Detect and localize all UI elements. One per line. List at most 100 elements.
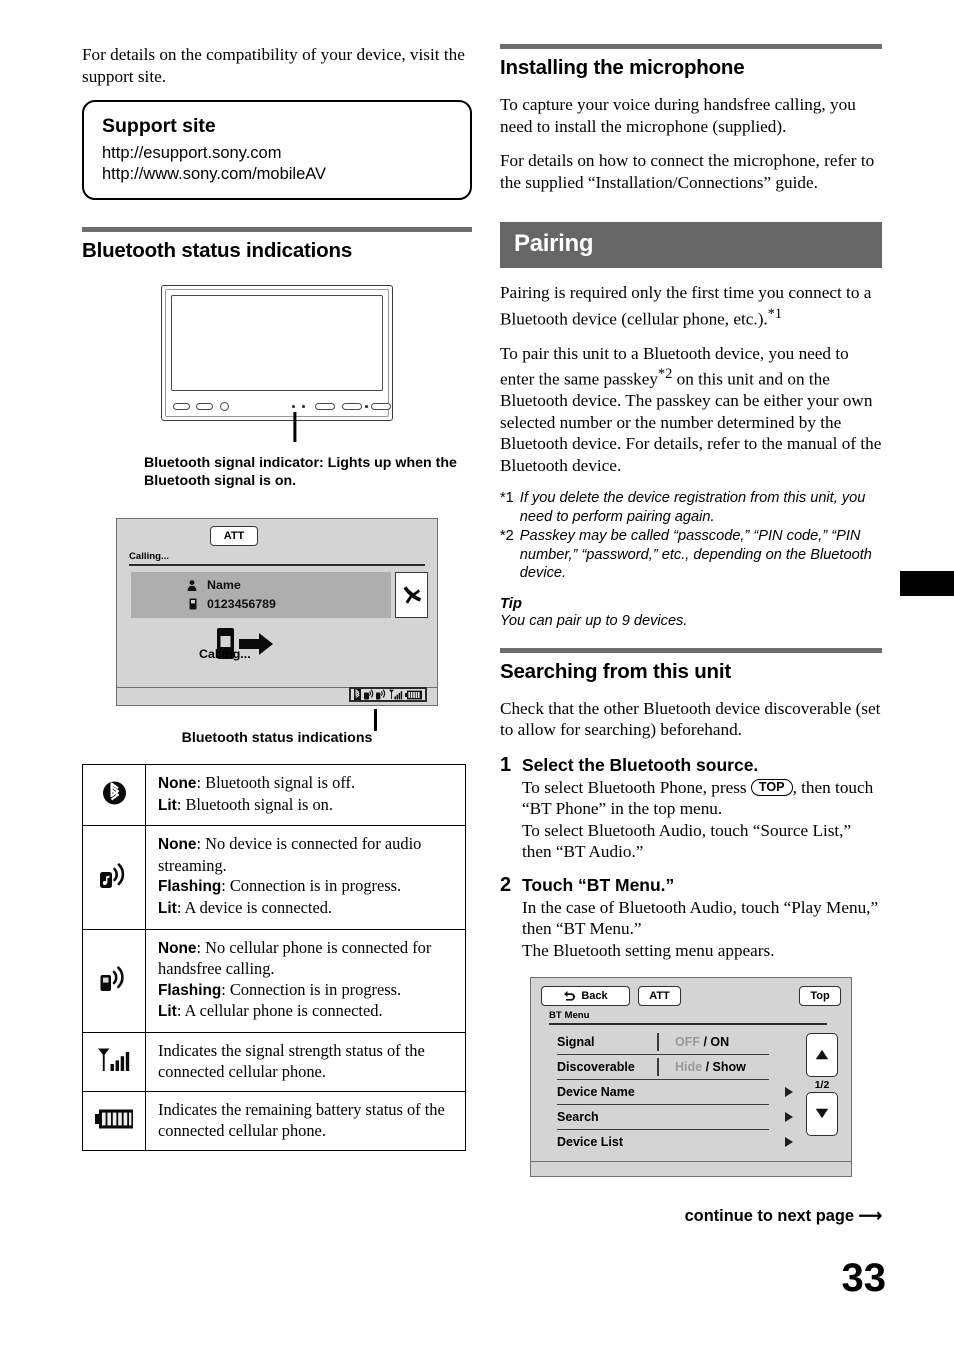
end-call-icon	[403, 586, 421, 604]
calling-graphic-label: Calling...	[199, 647, 251, 661]
desc-text: : Connection is in progress.	[221, 979, 402, 999]
heading-searching-from-this-unit: Searching from this unit	[500, 659, 731, 683]
indicator-pointer-line	[293, 412, 297, 442]
value-off[interactable]: Hide	[675, 1060, 702, 1074]
back-button[interactable]: Back	[541, 985, 630, 1006]
desc-text: : Bluetooth signal is on.	[176, 794, 333, 814]
row-separator	[657, 1057, 659, 1076]
battery-icon	[95, 1109, 133, 1129]
contact-number: 0123456789	[207, 597, 276, 611]
desc-text: : Bluetooth signal is off.	[196, 773, 356, 792]
calling-status-label: Calling...	[129, 551, 169, 562]
top-key-button[interactable]: TOP	[750, 779, 793, 797]
desc-text: : A cellular phone is connected.	[176, 1001, 383, 1021]
pagination-controls: 1/2	[806, 1032, 838, 1136]
unit-led-dot	[292, 405, 295, 408]
desc-text: : No cellular phone is connected for han…	[158, 937, 432, 979]
unit-button-1	[173, 403, 190, 410]
support-site-url-2[interactable]: http://www.sony.com/mobileAV	[102, 164, 452, 185]
step-body: Touch “BT Menu.” In the case of Bluetoot…	[522, 874, 882, 961]
step-text: To select Bluetooth Phone, press TOP, th…	[522, 777, 882, 820]
icon-cell	[82, 825, 146, 930]
tip-heading: Tip	[500, 595, 522, 612]
menu-row-device-list[interactable]: Device List	[557, 1130, 793, 1154]
label-flashing: Flashing	[158, 981, 222, 999]
page-indicator: 1/2	[814, 1078, 830, 1091]
battery-status-icon	[405, 690, 422, 699]
menu-row-discoverable[interactable]: Discoverable Hide / Show	[557, 1055, 769, 1080]
step-text-a: In the case of Bluetooth Audio, touch “P…	[522, 898, 879, 939]
footnote-ref-2: *2	[657, 366, 673, 383]
step-title: Select the Bluetooth source.	[522, 754, 759, 775]
chevron-right-icon	[785, 1136, 793, 1147]
support-site-title: Support site	[102, 115, 216, 137]
unit-button-4	[342, 403, 362, 410]
pairing-paragraph-1: Pairing is required only the first time …	[500, 282, 882, 330]
calling-screen-mockup: ATT Calling... Name 0123456789 Calling..…	[116, 518, 438, 731]
back-arrow-icon	[564, 991, 576, 1002]
menu-row-search[interactable]: Search	[557, 1105, 793, 1130]
menu-row-label: Signal	[557, 1034, 595, 1049]
menu-row-device-name[interactable]: Device Name	[557, 1080, 793, 1105]
icon-description-cell: None: No device is connected for audio s…	[145, 825, 466, 930]
end-call-button[interactable]	[395, 572, 428, 618]
left-column: For details on the compatibility of your…	[82, 44, 472, 1152]
value-off[interactable]: OFF	[675, 1035, 700, 1049]
bluetooth-handsfree-phone-icon	[100, 966, 124, 992]
menu-row-label: Device Name	[557, 1084, 635, 1099]
status-caption-pointer	[374, 709, 377, 731]
label-lit: Lit	[158, 899, 177, 917]
searching-intro: Check that the other Bluetooth device di…	[500, 698, 881, 740]
footnote-marker: *2	[500, 528, 514, 545]
phone-icon	[189, 598, 197, 610]
continue-to-next-page: continue to next page ⟶	[684, 1207, 882, 1225]
pairing-p1-text: Pairing is required only the first time …	[500, 283, 872, 329]
table-row: None: No cellular phone is connected for…	[82, 928, 466, 1033]
scroll-down-button[interactable]	[806, 1091, 838, 1136]
tip-text: You can pair up to 9 devices.	[500, 612, 688, 629]
head-unit-body	[161, 285, 393, 442]
step-text-c: To select Bluetooth Audio, touch “Source…	[522, 820, 852, 861]
menu-row-value: OFF / ON	[675, 1035, 729, 1049]
heading-rule	[500, 44, 882, 49]
scroll-up-button[interactable]	[806, 1032, 838, 1077]
table-row: None: No device is connected for audio s…	[82, 825, 466, 930]
att-button[interactable]: ATT	[638, 985, 681, 1006]
bluetooth-status-icon	[354, 689, 361, 700]
bluetooth-icon	[102, 781, 126, 805]
unit-knob	[220, 402, 229, 411]
table-row: Indicates the remaining battery status o…	[82, 1091, 466, 1152]
menu-row-label: Discoverable	[557, 1059, 635, 1074]
contact-name: Name	[207, 578, 241, 592]
support-site-url-1[interactable]: http://esupport.sony.com	[102, 143, 452, 164]
head-unit-illustration: Bluetooth signal indicator: Lights up wh…	[82, 285, 472, 490]
step-2: 2 Touch “BT Menu.” In the case of Blueto…	[500, 874, 882, 961]
label-none: None	[158, 775, 197, 792]
label-none: None	[158, 836, 197, 854]
top-button[interactable]: Top	[799, 985, 841, 1006]
value-on[interactable]: Show	[713, 1060, 746, 1074]
menu-row-signal[interactable]: Signal OFF / ON	[557, 1030, 769, 1055]
icon-description-cell: None: No cellular phone is connected for…	[145, 928, 466, 1033]
att-button[interactable]: ATT	[210, 526, 258, 546]
footnote-text: Passkey may be called “passcode,” “PIN c…	[519, 528, 872, 582]
contact-row[interactable]: Name 0123456789	[131, 572, 391, 618]
head-unit-display	[171, 295, 383, 391]
heading-rule	[500, 647, 882, 653]
label-lit: Lit	[158, 796, 177, 814]
heading-installing-the-microphone: Installing the microphone	[500, 56, 745, 79]
triangle-down-icon	[815, 1109, 829, 1119]
value-on[interactable]: ON	[710, 1035, 729, 1049]
footnote-ref-1: *1	[767, 305, 783, 322]
manual-page: For details on the compatibility of your…	[0, 0, 954, 1352]
step-1: 1 Select the Bluetooth source. To select…	[500, 754, 882, 862]
icon-cell	[82, 1031, 146, 1093]
support-site-box: Support site http://esupport.sony.com ht…	[82, 100, 472, 200]
status-indications-caption: Bluetooth status indications	[181, 730, 373, 746]
signal-strength-status-icon	[388, 689, 402, 700]
icon-description-cell: Indicates the remaining battery status o…	[145, 1091, 466, 1152]
icon-description-cell: None: Bluetooth signal is off. Lit: Blue…	[145, 763, 466, 827]
menu-row-label: Search	[557, 1109, 599, 1124]
footnote-2: *2 Passkey may be called “passcode,” “PI…	[500, 527, 882, 582]
row-separator	[657, 1032, 659, 1051]
